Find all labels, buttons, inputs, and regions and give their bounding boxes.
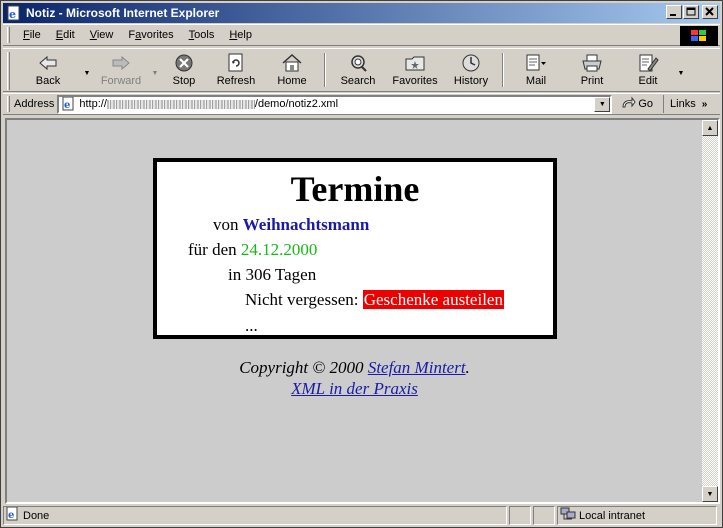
address-dropdown-button[interactable]: ▼ [594,96,611,112]
mail-icon [524,52,548,74]
maximize-button[interactable] [683,5,699,19]
forward-button[interactable]: Forward [92,49,150,91]
search-icon [346,52,370,74]
print-button[interactable]: Print [564,49,620,91]
history-button[interactable]: History [444,49,498,91]
event-date: 24.12.2000 [240,240,318,259]
zone-text: Local intranet [579,509,646,522]
menu-edit[interactable]: Edit [49,29,83,41]
addressbar-grip[interactable] [7,96,10,112]
menu-help[interactable]: Help [222,29,260,41]
address-label: Address [14,98,55,110]
menu-file[interactable]: File [16,29,49,41]
window-title: Notiz - Microsoft Internet Explorer [26,6,220,20]
toolbar-separator [324,53,326,87]
address-url: http:///demo/notiz2.xml [79,98,339,110]
date-line: für den 24.12.2000 [188,240,318,259]
scroll-up-button[interactable]: ▲ [702,120,718,136]
days-remaining: 306 Tagen [245,265,317,284]
svg-text:e: e [64,100,70,111]
links-chevron-icon[interactable]: » [702,99,708,110]
windows-logo-icon [680,26,718,46]
forward-dropdown-icon[interactable]: ▼ [150,49,160,91]
ie-page-icon: e [6,5,22,21]
home-button[interactable]: Home [264,49,320,91]
favorites-folder-icon [403,52,427,74]
stop-button[interactable]: Stop [160,49,208,91]
status-panel [533,506,555,525]
minimize-button[interactable] [666,5,682,19]
address-input[interactable]: e http:///demo/notiz2.xml ▼ [57,94,613,114]
von-line: von Weihnachtsmann [213,215,370,234]
edit-button[interactable]: Edit [620,49,676,91]
stop-icon [172,52,196,74]
book-line: XML in der Praxis [7,379,702,399]
ie-page-icon: e [61,96,77,111]
reminder-line: Nicht vergessen: Geschenke austeilen [245,290,504,309]
menu-view[interactable]: View [83,29,122,41]
title-bar[interactable]: e Notiz - Microsoft Internet Explorer [3,3,720,23]
search-button[interactable]: Search [330,49,386,91]
toolbar-grip[interactable] [7,52,10,90]
copyright-line: Copyright © 2000 Stefan Mintert. [239,358,470,377]
edit-page-icon [636,52,660,74]
toolbar-separator [502,53,504,87]
favorites-button[interactable]: Favorites [386,49,444,91]
history-icon [459,52,483,74]
browser-window: e Notiz - Microsoft Internet Explorer Fi… [0,0,723,528]
status-text: Done [23,509,50,522]
status-text-panel: e Done [3,506,507,525]
home-icon [280,52,304,74]
redacted-host [106,99,255,109]
refresh-button[interactable]: Refresh [208,49,264,91]
address-bar: Address e http:///demo/notiz2.xml ▼ Go L… [3,93,720,115]
menu-bar: File Edit View Favorites Tools Help [3,24,720,46]
menubar-grip[interactable] [7,27,10,43]
notiz-box: Termine von Weihnachtsmann für den 24.12… [153,158,557,339]
scroll-down-button[interactable]: ▼ [702,486,718,502]
refresh-icon [224,52,248,74]
zone-panel: Local intranet [557,506,717,525]
printer-icon [580,52,604,74]
status-panel [509,506,531,525]
page-title: Termine [290,169,420,209]
menu-tools[interactable]: Tools [182,29,223,41]
ellipsis: ... [245,316,258,335]
standard-toolbar: Back ▼ Forward ▼ Stop Refresh Home Searc… [3,48,720,92]
author-link[interactable]: Stefan Mintert [368,358,466,377]
svg-text:e: e [9,8,16,21]
go-button[interactable]: Go [620,96,653,113]
back-dropdown-icon[interactable]: ▼ [82,49,92,91]
links-toolbar[interactable]: Links [663,95,696,113]
done-page-icon: e [6,506,20,524]
go-arrow-icon [620,96,636,113]
book-link[interactable]: XML in der Praxis [291,379,418,398]
mail-button[interactable]: Mail [508,49,564,91]
reminder-highlight: Geschenke austeilen [362,290,504,309]
menu-favorites[interactable]: Favorites [121,29,181,41]
page-content: Termine von Weihnachtsmann für den 24.12… [5,118,720,504]
vertical-scrollbar[interactable]: ▲ ▼ [702,120,718,502]
back-button[interactable]: Back [14,49,82,91]
status-bar: e Done Local intranet [3,506,720,526]
forward-arrow-icon [109,52,133,74]
sender-name: Weihnachtsmann [242,215,370,234]
intranet-icon [560,507,576,524]
toolbar-more-dropdown-icon[interactable]: ▼ [676,49,686,91]
svg-text:e: e [8,510,14,521]
back-arrow-icon [36,52,60,74]
days-line: in 306 Tagen [228,265,317,284]
close-button[interactable] [702,5,718,19]
